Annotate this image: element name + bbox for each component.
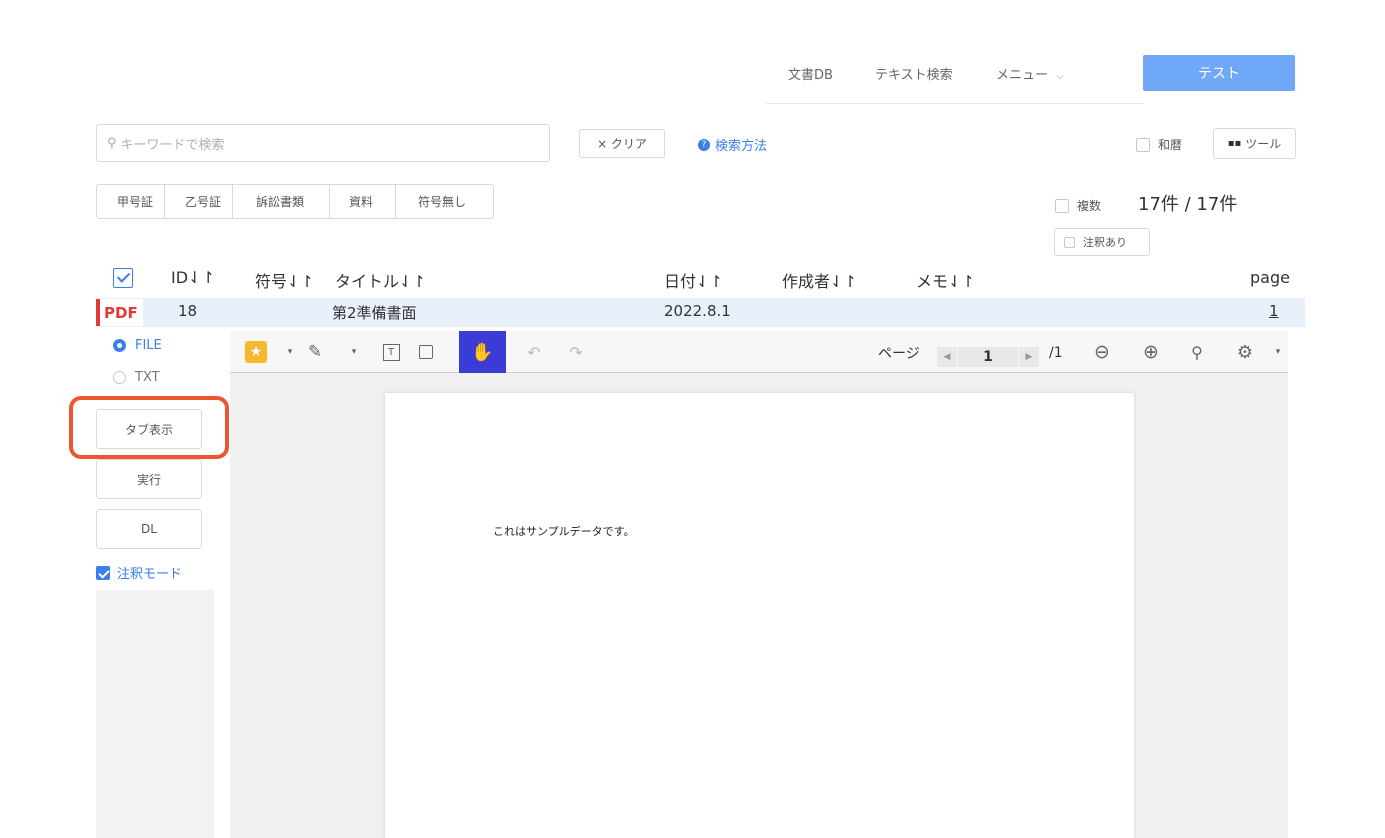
search-help-label: 検索方法 (715, 139, 768, 154)
grid-icon: ▪▪ (1227, 138, 1242, 149)
txt-radio[interactable]: TXT (113, 370, 160, 385)
file-radio[interactable]: FILE (113, 338, 162, 353)
highlighter-dropdown-icon[interactable]: ▾ (342, 340, 366, 364)
category-tab-uncoded[interactable]: 符号無し (396, 185, 493, 218)
category-tab-litigation[interactable]: 訴訟書類 (233, 185, 330, 218)
total-pages: /1 (1049, 345, 1063, 361)
highlight-annotation (69, 396, 229, 459)
page-number-input[interactable]: 1 (958, 347, 1018, 367)
tools-button[interactable]: ▪▪ ツール (1213, 128, 1296, 159)
category-tab-ko[interactable]: 甲号証 (97, 185, 165, 218)
file-radio-dot (113, 339, 126, 352)
wareki-checkbox-box (1136, 137, 1150, 152)
hand-tool-icon[interactable]: ✋ (459, 331, 506, 373)
txt-radio-dot (113, 371, 126, 384)
column-header-code[interactable]: 符号⇃↾ (255, 268, 314, 292)
pdf-page-text: これはサンプルデータです。 (493, 525, 635, 538)
select-all-checkbox[interactable] (113, 268, 133, 288)
search-placeholder: キーワードで検索 (120, 137, 225, 153)
row-title[interactable]: 第2準備書面 (332, 302, 417, 323)
result-count: 17件 / 17件 (1138, 194, 1238, 215)
tools-label: ツール (1245, 137, 1282, 151)
annotated-filter[interactable]: 注釈あり (1054, 228, 1150, 256)
nav-item-text-search[interactable]: テキスト検索 (875, 64, 953, 83)
page-label: ページ (878, 346, 920, 362)
zoom-in-icon[interactable]: ⊕ (1139, 340, 1163, 364)
annotation-mode-box (96, 565, 110, 580)
row-page-link[interactable]: 1 (1269, 302, 1279, 320)
column-header-author[interactable]: 作成者⇃↾ (782, 268, 857, 292)
highlighter-icon[interactable]: ✎ (303, 340, 327, 364)
nav-item-document-db[interactable]: 文書DB (788, 64, 833, 83)
next-page-icon[interactable]: ▶ (1019, 347, 1039, 367)
pdf-type-badge: PDF (96, 299, 143, 326)
pdf-page: これはサンプルデータです。 (385, 393, 1134, 838)
settings-dropdown-icon[interactable]: ▾ (1266, 340, 1290, 364)
prev-page-icon[interactable]: ◀ (937, 347, 957, 367)
row-date: 2022.8.1 (664, 302, 731, 320)
annotation-mode-label: 注釈モード (117, 567, 183, 582)
column-header-date[interactable]: 日付⇃↾ (664, 268, 723, 292)
nav-item-menu-label: メニュー (996, 68, 1049, 83)
star-icon[interactable]: ★ (245, 341, 267, 363)
multiple-label: 複数 (1077, 199, 1102, 213)
gear-icon[interactable]: ⚙ (1233, 340, 1257, 364)
clear-button[interactable]: × クリア (579, 129, 665, 158)
search-input[interactable]: ⚲ キーワードで検索 (96, 124, 550, 162)
note-icon[interactable] (414, 340, 438, 364)
text-box-icon[interactable]: T (379, 340, 403, 364)
test-button[interactable]: テスト (1143, 55, 1295, 91)
annotation-mode-checkbox[interactable]: 注釈モード (96, 563, 182, 582)
side-panel-area (96, 590, 214, 838)
column-header-memo[interactable]: メモ⇃↾ (916, 268, 975, 292)
search-help-link[interactable]: ? 検索方法 (698, 135, 767, 154)
category-tab-materials[interactable]: 資料 (330, 185, 396, 218)
execute-button[interactable]: 実行 (96, 459, 202, 499)
file-radio-label: FILE (135, 338, 162, 353)
zoom-out-icon[interactable]: ⊖ (1090, 340, 1114, 364)
star-dropdown-icon[interactable]: ▾ (278, 340, 302, 364)
annotated-label: 注釈あり (1083, 236, 1127, 249)
redo-icon[interactable]: ↷ (564, 340, 588, 364)
txt-radio-label: TXT (135, 370, 160, 385)
multiple-checkbox[interactable]: 複数 (1055, 197, 1101, 214)
nav-item-menu[interactable]: メニュー ⌵ (996, 64, 1064, 83)
row-id: 18 (178, 302, 198, 320)
wareki-checkbox[interactable]: 和暦 (1136, 136, 1182, 153)
category-tab-otsu[interactable]: 乙号証 (165, 185, 233, 218)
download-button[interactable]: DL (96, 509, 202, 549)
search-icon: ⚲ (107, 135, 117, 151)
multiple-checkbox-box (1055, 198, 1069, 213)
undo-icon[interactable]: ↶ (522, 340, 546, 364)
column-header-id[interactable]: ID⇃↾ (171, 268, 215, 287)
nav-divider (766, 103, 1144, 104)
chevron-down-icon: ⌵ (1056, 71, 1064, 82)
column-header-page: page (1250, 268, 1290, 287)
category-filter: 甲号証 乙号証 訴訟書類 資料 符号無し (96, 184, 494, 219)
wareki-label: 和暦 (1158, 138, 1183, 152)
search-icon[interactable]: ⚲ (1185, 340, 1209, 364)
help-icon: ? (698, 138, 710, 151)
annotated-checkbox-box (1064, 236, 1075, 248)
column-header-title[interactable]: タイトル⇃↾ (335, 268, 426, 292)
